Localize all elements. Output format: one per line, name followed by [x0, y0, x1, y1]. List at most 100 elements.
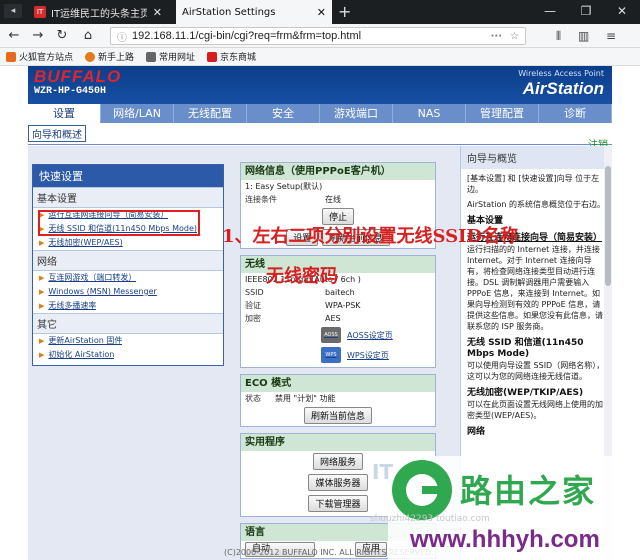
subnav-wizard-overview[interactable]: 向导和概述 [28, 125, 86, 142]
arrow-icon: ▶ [39, 274, 45, 282]
tab-admin[interactable]: 管理配置 [466, 104, 539, 123]
firefox-icon [6, 51, 16, 62]
product-line: Wireless Access Point [518, 69, 604, 78]
wps-icon: WPS [321, 347, 341, 363]
eco-status-value: 禁用 "计划" 功能 [275, 394, 336, 403]
highlight-box [38, 210, 200, 236]
list-item[interactable]: ▶ 无线加密(WEP/AES) [33, 236, 223, 250]
eco-box: ECO 模式 状态 禁用 "计划" 功能 刷新当前信息 [240, 374, 436, 427]
download-manager-button[interactable]: 下载管理器 [308, 495, 368, 512]
multicast-rate-link[interactable]: 无线多播速率 [48, 300, 96, 312]
router-home-logo-icon [392, 460, 452, 520]
bookmark-star-icon[interactable]: ☆ [510, 31, 519, 42]
watermark-url: www.hhhyh.com [410, 526, 600, 553]
toutiao-favicon-icon: IT [34, 6, 46, 18]
bookmark-item[interactable]: 新手上路 [85, 50, 134, 63]
list-item[interactable]: ▶ Windows (MSN) Messenger [33, 285, 223, 299]
minimize-icon[interactable]: — [532, 0, 568, 24]
tab-network[interactable]: 网络/LAN [101, 104, 174, 123]
bookmark-item[interactable]: 京东商城 [207, 50, 256, 63]
initialize-link[interactable]: 初始化 AirStation [48, 349, 114, 361]
tab-game-port[interactable]: 游戏端口 [320, 104, 393, 123]
page-actions-icon[interactable]: ··· [491, 31, 502, 42]
auth-value: WPA-PSK [325, 301, 361, 310]
maximize-icon[interactable]: ❐ [568, 0, 604, 24]
close-tab-icon[interactable]: ✕ [153, 6, 162, 19]
annotation-line-2: 无线密码 [266, 266, 338, 287]
tab-wireless[interactable]: 无线配置 [174, 104, 247, 123]
wps-label: WPS设定页 [347, 350, 389, 360]
back-icon[interactable]: ← [4, 27, 24, 45]
aoss-link[interactable]: AOSS AOSS设定页 [241, 325, 435, 345]
tab-nas[interactable]: NAS [393, 104, 466, 123]
encryption-value: AES [325, 314, 341, 323]
ssid-value: baitech [325, 288, 355, 297]
folder-icon [146, 51, 157, 62]
aoss-label: AOSS设定页 [347, 330, 393, 340]
messenger-link[interactable]: Windows (MSN) Messenger [48, 286, 156, 298]
ssid-label: SSID [245, 288, 264, 297]
annotation-line-1: 1、左右二项分别设置无线SSID名称 [222, 226, 519, 247]
watermark-brand: 路由之家 [460, 472, 597, 510]
quick-settings-title: 快速设置 [33, 165, 223, 187]
help-paragraph: 可以在此页面设置无线网络上使用的加密类型(WEP/AES)。 [467, 400, 603, 420]
encryption-row: 加密 AES [241, 312, 435, 325]
arrow-icon: ▶ [39, 239, 45, 247]
tab-label: AirStation Settings [182, 6, 276, 18]
buffalo-logo: BUFFALO [34, 67, 122, 86]
connection-row: 连接条件 在线 [241, 193, 435, 206]
eco-status-label: 状态 [245, 394, 261, 403]
main-menu: 设置 网络/LAN 无线配置 安全 游戏端口 NAS 管理配置 诊断 [28, 104, 612, 123]
library-icon[interactable]: ⫴ [556, 29, 561, 44]
utilities-title: 实用程序 [241, 434, 435, 451]
eco-status-row: 状态 禁用 "计划" 功能 [241, 392, 435, 405]
wireless-encryption-link[interactable]: 无线加密(WEP/AES) [48, 237, 122, 249]
media-server-button[interactable]: 媒体服务器 [308, 474, 368, 491]
help-section-encryption: 无线加密(WEP/TKIP/AES) [467, 388, 584, 398]
mode-row: 1: Easy Setup(默认) [241, 180, 435, 193]
tab-settings[interactable]: 设置 [28, 104, 101, 123]
tab-security[interactable]: 安全 [247, 104, 320, 123]
tab-diagnostics[interactable]: 诊断 [539, 104, 612, 123]
new-tab-icon[interactable]: + [338, 2, 351, 21]
help-section-network: 网络 [467, 427, 486, 437]
list-item[interactable]: ▶ 初始化 AirStation [33, 348, 223, 365]
home-icon[interactable]: ⌂ [78, 27, 98, 45]
browser-tab-bar: ◂ IT IT运维民工的头条主页 - 今日头 ✕ AirStation Sett… [0, 0, 640, 24]
menu-icon[interactable]: ≡ [606, 29, 616, 43]
sidebar-icon[interactable]: ▥ [578, 29, 589, 43]
list-item[interactable]: ▶ 无线多播速率 [33, 299, 223, 313]
close-window-icon[interactable]: ✕ [604, 0, 640, 24]
forward-icon[interactable]: → [28, 27, 48, 45]
arrow-icon: ▶ [39, 351, 45, 359]
help-paragraph: 可以使用向导设置 SSID（网络名称），这可以为您的网络连接无线信道。 [467, 361, 605, 381]
bookmark-item[interactable]: 火狐官方站点 [6, 50, 73, 63]
list-item[interactable]: ▶ 更新AirStation 固件 [33, 334, 223, 348]
product-name: AirStation [522, 79, 604, 98]
help-paragraph: [基本设置] 和 [快速设置]向导 位于左边。 [467, 174, 600, 194]
port-forward-link[interactable]: 互连网游戏（端口转发） [48, 272, 136, 284]
scrollbar-thumb[interactable] [605, 166, 611, 286]
network-service-button[interactable]: 网络服务 [312, 453, 363, 470]
auth-label: 验证 [245, 301, 261, 310]
tab-airstation[interactable]: AirStation Settings ✕ [176, 0, 332, 24]
address-bar[interactable]: ⓘ 192.168.11.1/cgi-bin/cgi?req=frm&frm=t… [110, 27, 526, 45]
reload-icon[interactable]: ↻ [52, 27, 72, 45]
firmware-update-link[interactable]: 更新AirStation 固件 [48, 335, 122, 347]
tab-list-icon[interactable]: ◂ [4, 4, 22, 18]
aoss-icon: AOSS [321, 327, 341, 343]
site-info-icon[interactable]: ⓘ [117, 29, 127, 44]
jd-icon [207, 51, 218, 62]
close-tab-icon[interactable]: ✕ [317, 6, 326, 19]
router-header: BUFFALO WZR-HP-G450H Wireless Access Poi… [28, 66, 612, 104]
mode-value: 1: Easy Setup(默认) [245, 182, 323, 191]
bookmarks-bar: 火狐官方站点 新手上路 常用网址 京东商城 [0, 48, 640, 66]
connection-value: 在线 [325, 195, 341, 204]
list-item[interactable]: ▶ 互连网游戏（端口转发） [33, 271, 223, 285]
eco-refresh-button[interactable]: 刷新当前信息 [303, 407, 372, 424]
wps-link[interactable]: WPS WPS设定页 [241, 345, 435, 367]
auth-row: 验证 WPA-PSK [241, 299, 435, 312]
network-info-title: 网络信息（使用PPPoE客户机） [241, 163, 435, 180]
tab-toutiao[interactable]: IT IT运维民工的头条主页 - 今日头 ✕ [28, 0, 168, 24]
bookmark-item[interactable]: 常用网址 [146, 50, 195, 63]
